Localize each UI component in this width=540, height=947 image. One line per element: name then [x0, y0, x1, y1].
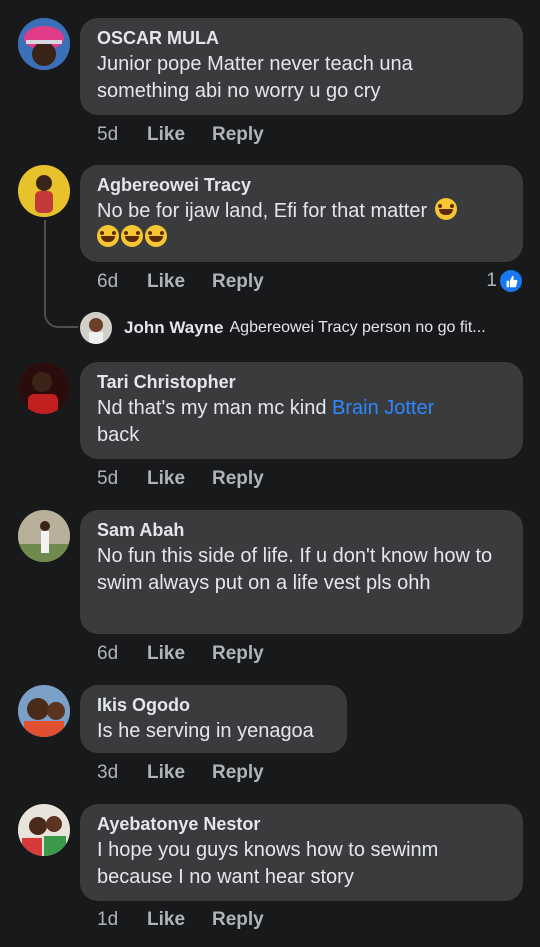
reply-avatar[interactable] — [80, 312, 112, 344]
comment-time[interactable]: 1d — [97, 909, 147, 931]
comment-text: Is he serving in yenagoa — [97, 720, 314, 742]
like-button[interactable]: Like — [147, 124, 212, 146]
comment-author[interactable]: Sam Abah — [97, 519, 505, 541]
comment-actions: 5d Like Reply — [97, 468, 264, 490]
comment-bubble[interactable]: Sam Abah No fun this side of life. If u … — [80, 510, 523, 634]
thread-line — [44, 220, 46, 312]
like-button[interactable]: Like — [147, 271, 212, 293]
comment-author[interactable]: OSCAR MULA — [97, 27, 505, 49]
comment-actions: 5d Like Reply — [97, 124, 264, 146]
avatar[interactable] — [18, 362, 70, 414]
mention-link[interactable]: Brain Jotter — [332, 397, 434, 419]
avatar[interactable] — [18, 804, 70, 856]
thumbs-up-icon — [500, 270, 522, 292]
comment-actions: 1d Like Reply — [97, 909, 264, 931]
comment-bubble[interactable]: OSCAR MULA Junior pope Matter never teac… — [80, 18, 523, 115]
reply-button[interactable]: Reply — [212, 468, 264, 490]
avatar[interactable] — [18, 685, 70, 737]
comment-bubble[interactable]: Ayebatonye Nestor I hope you guys knows … — [80, 804, 523, 901]
reply-text: Agbereowei Tracy person no go fit... — [229, 319, 486, 336]
comment-text: No be for ijaw land, Efi for that matter — [97, 200, 428, 222]
tears-of-joy-emoji-icon — [434, 198, 457, 220]
comment-actions: 3d Like Reply — [97, 762, 264, 784]
reply-button[interactable]: Reply — [212, 271, 264, 293]
avatar[interactable] — [18, 510, 70, 562]
like-button[interactable]: Like — [147, 909, 212, 931]
comment-text: back — [97, 424, 140, 446]
reply-button[interactable]: Reply — [212, 643, 264, 665]
like-button[interactable]: Like — [147, 643, 212, 665]
comment-time[interactable]: 6d — [97, 643, 147, 665]
comment-text: Nd that's my man mc kind — [97, 397, 332, 419]
comment-actions: 6d Like Reply — [97, 643, 264, 665]
comment-bubble[interactable]: Agbereowei Tracy No be for ijaw land, Ef… — [80, 165, 523, 262]
comment-text: Junior pope Matter never teach una somet… — [97, 53, 413, 102]
reply-preview[interactable]: John Wayne Agbereowei Tracy person no go… — [80, 312, 486, 344]
thread-connector — [44, 308, 78, 328]
comment-text: No fun this side of life. If u don't kno… — [97, 545, 493, 594]
comment-bubble[interactable]: Tari Christopher Nd that's my man mc kin… — [80, 362, 523, 459]
reply-author[interactable]: John Wayne — [124, 318, 224, 338]
comment-actions: 6d Like Reply — [97, 271, 264, 293]
like-button[interactable]: Like — [147, 468, 212, 490]
reply-button[interactable]: Reply — [212, 909, 264, 931]
comment-time[interactable]: 5d — [97, 124, 147, 146]
reaction-count[interactable]: 1 — [486, 270, 522, 292]
comment-author[interactable]: Ayebatonye Nestor — [97, 813, 505, 835]
comment-author[interactable]: Ikis Ogodo — [97, 694, 329, 716]
avatar[interactable] — [18, 165, 70, 217]
comment-time[interactable]: 5d — [97, 468, 147, 490]
comment-text-wrap: Nd that's my man mc kind Brain Jotter bac… — [97, 395, 505, 449]
comment-text: I hope you guys knows how to sewinm beca… — [97, 839, 439, 888]
comment-author[interactable]: Tari Christopher — [97, 371, 505, 393]
tears-of-joy-emoji-icon — [145, 225, 167, 247]
reply-button[interactable]: Reply — [212, 124, 264, 146]
comment-time[interactable]: 3d — [97, 762, 147, 784]
comment-time[interactable]: 6d — [97, 271, 147, 293]
avatar[interactable] — [18, 18, 70, 70]
like-button[interactable]: Like — [147, 762, 212, 784]
reply-button[interactable]: Reply — [212, 762, 264, 784]
comment-bubble[interactable]: Ikis Ogodo Is he serving in yenagoa — [80, 685, 347, 753]
comment-text-wrap: No be for ijaw land, Efi for that matter — [97, 198, 505, 252]
reaction-count-number: 1 — [486, 270, 497, 291]
comment-author[interactable]: Agbereowei Tracy — [97, 174, 505, 196]
tears-of-joy-emoji-icon — [121, 225, 143, 247]
tears-of-joy-emoji-icon — [97, 225, 119, 247]
